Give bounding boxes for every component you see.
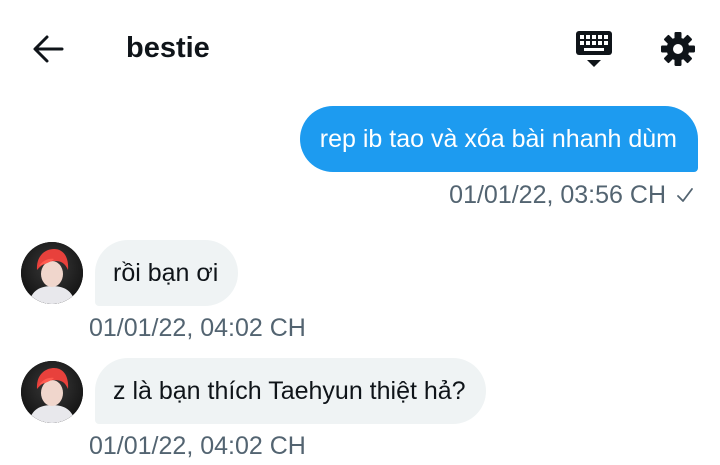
chat-header: bestie <box>0 0 720 96</box>
incoming-message-bubble[interactable]: z là bạn thích Taehyun thiệt hả? <box>95 358 486 424</box>
outgoing-message-meta: 01/01/22, 03:56 CH <box>449 178 694 212</box>
check-icon <box>676 187 694 203</box>
conversation-title: bestie <box>126 32 210 64</box>
incoming-message-bubble[interactable]: rồi bạn ơi <box>95 240 239 306</box>
message-timestamp: 01/01/22, 04:02 CH <box>89 432 306 460</box>
avatar-icon[interactable] <box>21 242 83 304</box>
keyboard-icon <box>576 31 612 67</box>
avatar-icon[interactable] <box>21 361 83 423</box>
message-timestamp: 01/01/22, 04:02 CH <box>89 314 306 342</box>
outgoing-message-bubble[interactable]: rep ib tao và xóa bài nhanh dùm <box>299 106 698 172</box>
back-button[interactable] <box>26 30 70 68</box>
message-timestamp: 01/01/22, 03:56 CH <box>449 180 666 209</box>
gear-icon <box>661 32 695 66</box>
arrow-left-icon <box>33 35 64 63</box>
keyboard-button[interactable] <box>572 28 616 72</box>
settings-button[interactable] <box>655 26 701 72</box>
